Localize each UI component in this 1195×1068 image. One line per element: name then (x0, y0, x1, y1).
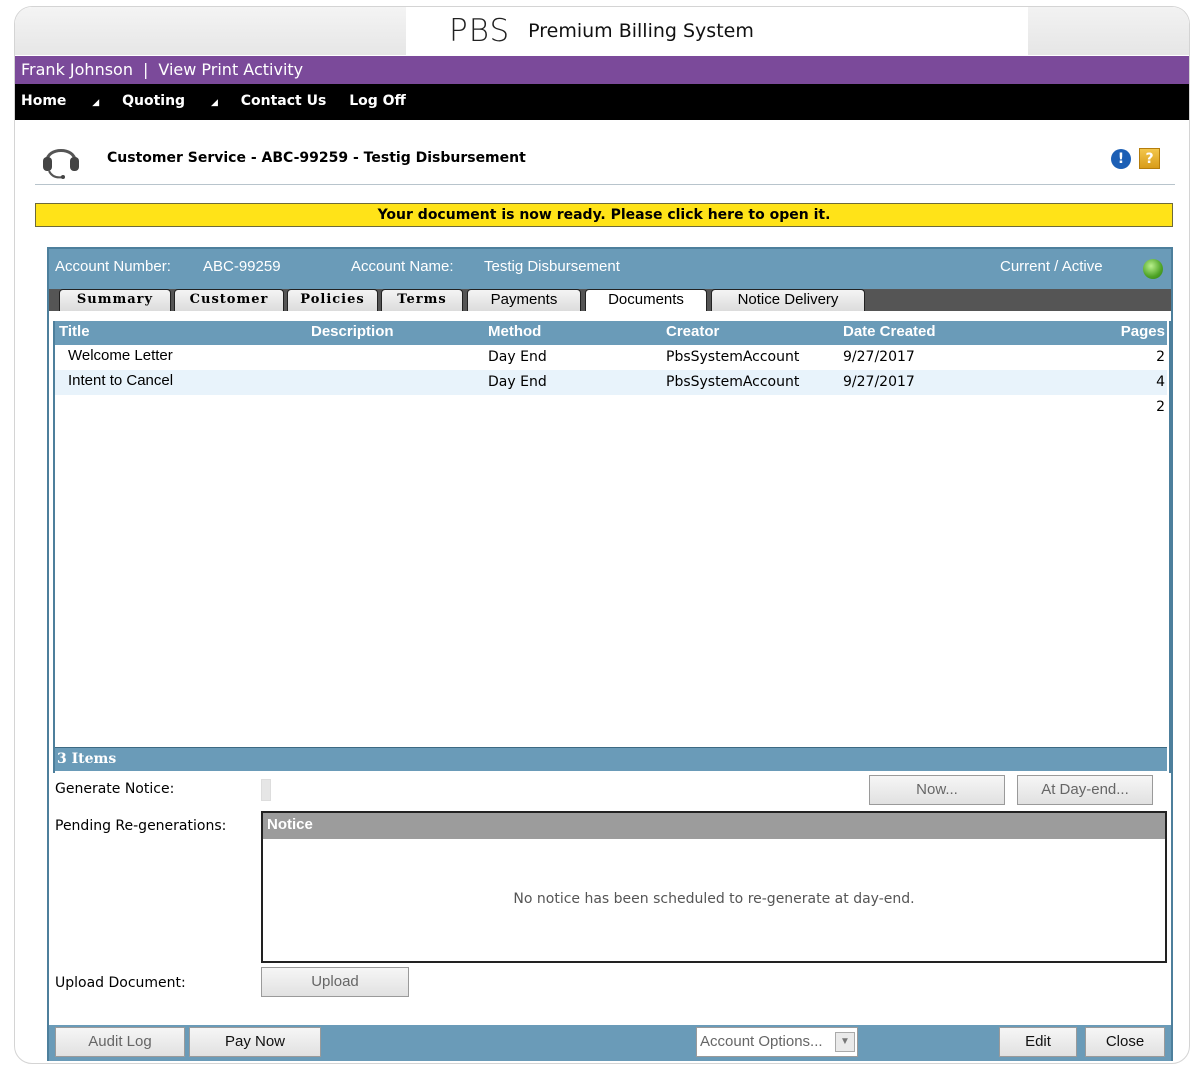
main-nav: Home ◢ Quoting ◢ Contact Us Log Off (15, 84, 1189, 120)
nav-quoting[interactable]: Quoting ◢ (122, 93, 218, 109)
generate-notice-select[interactable] (261, 779, 271, 801)
pending-regenerations-label: Pending Re-generations: (55, 818, 227, 834)
chevron-down-icon: ◢ (210, 98, 218, 108)
account-status: Current / Active (1000, 258, 1103, 275)
view-print-activity-link[interactable]: View Print Activity (158, 60, 303, 79)
account-options-value: Account Options... (700, 1033, 823, 1050)
column-title[interactable]: Title (59, 323, 90, 340)
cell-title: Intent to Cancel (68, 372, 174, 389)
empty-message: No notice has been scheduled to re-gener… (513, 891, 915, 907)
nav-quoting-label: Quoting (122, 93, 186, 109)
account-panel: Account Number: ABC-99259 Account Name: … (47, 247, 1173, 1061)
app-window: PBS Premium Billing System Frank Johnson… (14, 6, 1190, 1064)
chevron-down-icon[interactable]: ▼ (835, 1032, 855, 1052)
cell-method: Day End (488, 349, 547, 365)
upload-document-label: Upload Document: (55, 975, 186, 991)
account-name-label: Account Name: (351, 258, 454, 275)
header-panel-left (15, 7, 406, 55)
document-ready-banner[interactable]: Your document is now ready. Please click… (35, 203, 1173, 227)
edit-button[interactable]: Edit (999, 1027, 1077, 1057)
app-name: Premium Billing System (528, 20, 754, 42)
tab-policies[interactable]: Policies (287, 289, 378, 311)
nav-log-off[interactable]: Log Off (349, 93, 406, 109)
footer-toolbar: Audit Log Pay Now Account Options... ▼ E… (49, 1025, 1171, 1061)
cell-creator: PbsSystemAccount (666, 374, 800, 390)
table-row[interactable]: Intent to Cancel Day End PbsSystemAccoun… (55, 370, 1167, 395)
cell-pages: 2 (1156, 349, 1165, 365)
column-creator[interactable]: Creator (666, 323, 719, 340)
page-header: Customer Service - ABC-99259 - Testig Di… (35, 135, 1175, 185)
cell-title: Welcome Letter (68, 347, 173, 364)
audit-log-button[interactable]: Audit Log (55, 1027, 185, 1057)
tab-terms[interactable]: Terms (381, 289, 463, 311)
top-header: PBS Premium Billing System (15, 7, 1189, 55)
nav-home[interactable]: Home ◢ (21, 93, 99, 109)
user-bar: Frank Johnson | View Print Activity (15, 56, 1189, 84)
column-description[interactable]: Description (311, 323, 394, 340)
app-logo: PBS Premium Billing System (449, 11, 754, 51)
account-number-value: ABC-99259 (203, 258, 281, 275)
cell-pages: 2 (1156, 399, 1165, 415)
upload-button[interactable]: Upload (261, 967, 409, 997)
documents-grid-header: Title Description Method Creator Date Cr… (55, 321, 1167, 345)
cell-date: 9/27/2017 (843, 349, 915, 365)
table-row[interactable]: 2 (55, 395, 1167, 420)
column-method[interactable]: Method (488, 323, 541, 340)
generate-now-button[interactable]: Now... (869, 775, 1005, 805)
account-number-label: Account Number: (55, 258, 171, 275)
documents-grid: Welcome Letter Day End PbsSystemAccount … (55, 345, 1167, 769)
header-panel-right (1028, 7, 1189, 55)
account-info-bar: Account Number: ABC-99259 Account Name: … (49, 249, 1171, 289)
tab-strip: Summary Customer Policies Terms Payments… (49, 289, 1171, 311)
user-name[interactable]: Frank Johnson (21, 60, 133, 79)
cell-date: 9/27/2017 (843, 374, 915, 390)
nav-contact-us[interactable]: Contact Us (241, 93, 327, 109)
pending-regenerations-grid: Notice No notice has been scheduled to r… (261, 811, 1167, 963)
table-row[interactable]: Welcome Letter Day End PbsSystemAccount … (55, 345, 1167, 370)
column-pages[interactable]: Pages (1121, 323, 1165, 340)
tab-notice-delivery[interactable]: Notice Delivery (711, 289, 865, 311)
account-options-select[interactable]: Account Options... ▼ (696, 1027, 858, 1057)
column-date-created[interactable]: Date Created (843, 323, 936, 340)
page-title: Customer Service - ABC-99259 - Testig Di… (107, 150, 526, 166)
generate-day-end-button[interactable]: At Day-end... (1017, 775, 1153, 805)
cell-method: Day End (488, 374, 547, 390)
tab-payments[interactable]: Payments (467, 289, 581, 311)
column-notice[interactable]: Notice (263, 813, 1165, 839)
pay-now-button[interactable]: Pay Now (189, 1027, 321, 1057)
logo-mark: PBS (449, 13, 511, 49)
tab-summary[interactable]: Summary (59, 289, 171, 311)
tab-documents[interactable]: Documents (585, 289, 707, 311)
status-indicator-icon (1143, 259, 1163, 279)
user-bar-separator: | (142, 60, 149, 79)
chevron-down-icon: ◢ (92, 98, 100, 108)
cell-pages: 4 (1156, 374, 1165, 390)
tab-customer[interactable]: Customer (174, 289, 284, 311)
account-name-value: Testig Disbursement (484, 258, 620, 275)
generate-notice-label: Generate Notice: (55, 781, 175, 797)
item-count-bar: 3 Items (55, 747, 1167, 771)
info-icon[interactable]: ! (1111, 149, 1131, 169)
close-button[interactable]: Close (1085, 1027, 1165, 1057)
headset-icon (43, 149, 79, 179)
help-question-icon[interactable]: ? (1139, 148, 1160, 169)
nav-home-label: Home (21, 93, 67, 109)
cell-creator: PbsSystemAccount (666, 349, 800, 365)
